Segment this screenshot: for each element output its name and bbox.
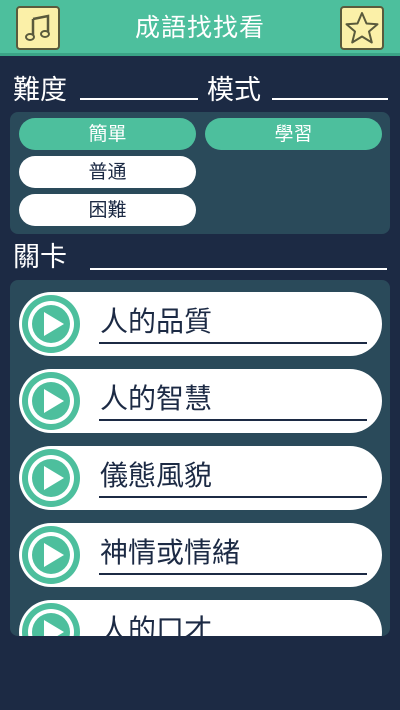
level-title: 人的智慧: [99, 381, 367, 421]
mode-option-learn[interactable]: 學習: [205, 118, 382, 150]
level-title: 人的口才: [99, 612, 367, 636]
app-title: 成語找找看: [134, 13, 265, 42]
level-title: 人的品質: [99, 304, 367, 344]
options-panel: 簡單 普通 困難 學習: [10, 112, 390, 234]
top-bar: 成語找找看: [0, 0, 400, 56]
music-button[interactable]: [16, 6, 60, 50]
play-icon: [22, 603, 80, 636]
difficulty-option-easy[interactable]: 簡單: [19, 118, 196, 150]
difficulty-label: 難度: [13, 75, 67, 106]
play-icon: [22, 295, 80, 353]
difficulty-option-hard[interactable]: 困難: [19, 194, 196, 226]
level-item[interactable]: 儀態風貌: [19, 446, 382, 510]
difficulty-rule: [80, 98, 198, 100]
levels-label: 關卡: [13, 242, 67, 273]
levels-rule: [90, 268, 387, 270]
play-icon: [22, 449, 80, 507]
music-note-icon: [25, 14, 50, 41]
level-item[interactable]: 人的品質: [19, 292, 382, 356]
difficulty-option-normal[interactable]: 普通: [19, 156, 196, 188]
levels-list[interactable]: 人的品質 人的智慧 儀態風貌 神情或情緒 人的口才: [10, 280, 390, 636]
level-item[interactable]: 人的口才: [19, 600, 382, 636]
favorites-button[interactable]: [340, 6, 384, 50]
play-icon: [22, 526, 80, 584]
level-item[interactable]: 人的智慧: [19, 369, 382, 433]
mode-label: 模式: [207, 75, 261, 106]
level-title: 神情或情緒: [99, 535, 367, 575]
level-item[interactable]: 神情或情緒: [19, 523, 382, 587]
mode-rule: [272, 98, 388, 100]
star-icon: [345, 12, 379, 44]
play-icon: [22, 372, 80, 430]
level-title: 儀態風貌: [99, 458, 367, 498]
